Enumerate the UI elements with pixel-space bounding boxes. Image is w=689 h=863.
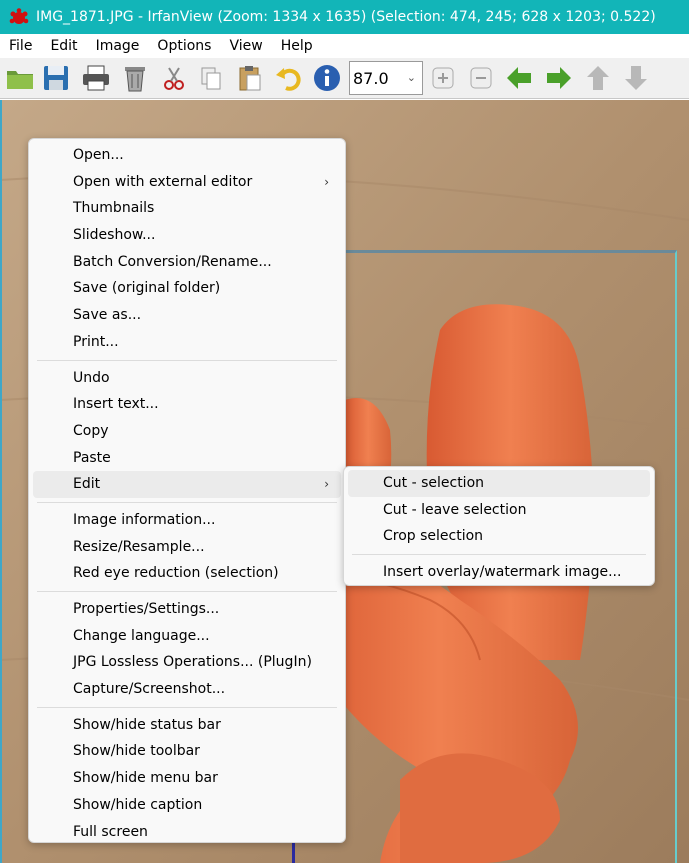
- paste-icon[interactable]: [233, 61, 267, 95]
- down-icon[interactable]: [619, 61, 653, 95]
- menu-separator: [37, 359, 337, 361]
- menu-separator: [37, 706, 337, 708]
- menu-separator: [352, 554, 646, 556]
- submenu-insert-overlay[interactable]: Insert overlay/watermark image...: [348, 559, 650, 586]
- menu-batch-conversion[interactable]: Batch Conversion/Rename...: [33, 249, 341, 276]
- chevron-right-icon: ›: [324, 477, 329, 492]
- edit-submenu: Cut - selection Cut - leave selection Cr…: [343, 466, 655, 586]
- menu-undo[interactable]: Undo: [33, 365, 341, 392]
- menu-insert-text[interactable]: Insert text...: [33, 391, 341, 418]
- chevron-down-icon[interactable]: ⌄: [407, 71, 416, 84]
- open-folder-icon[interactable]: [3, 61, 37, 95]
- delete-icon[interactable]: [118, 61, 152, 95]
- title-bar: IMG_1871.JPG - IrfanView (Zoom: 1334 x 1…: [0, 0, 689, 34]
- zoom-in-icon[interactable]: [426, 61, 460, 95]
- menu-help[interactable]: Help: [272, 34, 322, 58]
- menu-copy[interactable]: Copy: [33, 418, 341, 445]
- chevron-right-icon: ›: [324, 174, 329, 189]
- info-icon[interactable]: [310, 61, 344, 95]
- menu-edit-submenu[interactable]: Edit ›: [33, 471, 341, 498]
- zoom-combobox[interactable]: 87.0 ⌄: [349, 61, 423, 95]
- menu-bar: File Edit Image Options View Help: [0, 34, 689, 58]
- menu-edit[interactable]: Edit: [41, 34, 86, 58]
- menu-separator: [37, 591, 337, 592]
- menu-full-screen[interactable]: Full screen: [33, 819, 341, 846]
- menu-properties-settings[interactable]: Properties/Settings...: [33, 596, 341, 623]
- window-title: IMG_1871.JPG - IrfanView (Zoom: 1334 x 1…: [36, 9, 656, 25]
- menu-save-as[interactable]: Save as...: [33, 302, 341, 329]
- menu-file[interactable]: File: [0, 34, 41, 58]
- menu-toggle-menu-bar[interactable]: Show/hide menu bar: [33, 765, 341, 792]
- menu-options[interactable]: Options: [148, 34, 220, 58]
- zoom-value: 87.0: [353, 68, 389, 88]
- menu-open-external-editor[interactable]: Open with external editor ›: [33, 169, 341, 196]
- menu-save-original-folder[interactable]: Save (original folder): [33, 275, 341, 302]
- menu-change-language[interactable]: Change language...: [33, 623, 341, 650]
- print-icon[interactable]: [79, 61, 113, 95]
- menu-image-information[interactable]: Image information...: [33, 507, 341, 534]
- up-icon[interactable]: [581, 61, 615, 95]
- menu-print[interactable]: Print...: [33, 329, 341, 356]
- menu-view[interactable]: View: [220, 34, 271, 58]
- menu-resize-resample[interactable]: Resize/Resample...: [33, 534, 341, 561]
- submenu-crop-selection[interactable]: Crop selection: [348, 523, 650, 550]
- viewport-edge: [0, 100, 2, 863]
- menu-image[interactable]: Image: [87, 34, 149, 58]
- menu-separator: [37, 501, 337, 503]
- undo-icon[interactable]: [272, 61, 306, 95]
- toolbar: [0, 58, 689, 99]
- menu-paste[interactable]: Paste: [33, 445, 341, 472]
- menu-thumbnails[interactable]: Thumbnails: [33, 195, 341, 222]
- submenu-cut-leave-selection[interactable]: Cut - leave selection: [348, 497, 650, 524]
- copy-icon[interactable]: [194, 61, 228, 95]
- menu-jpg-lossless[interactable]: JPG Lossless Operations... (PlugIn): [33, 649, 341, 676]
- menu-toggle-status-bar[interactable]: Show/hide status bar: [33, 712, 341, 739]
- menu-open[interactable]: Open...: [33, 142, 341, 169]
- cut-icon[interactable]: [157, 61, 191, 95]
- menu-toggle-caption[interactable]: Show/hide caption: [33, 792, 341, 819]
- menu-slideshow[interactable]: Slideshow...: [33, 222, 341, 249]
- menu-capture-screenshot[interactable]: Capture/Screenshot...: [33, 676, 341, 703]
- irfanview-app-icon[interactable]: [8, 6, 30, 28]
- submenu-cut-selection[interactable]: Cut - selection: [348, 470, 650, 497]
- menu-red-eye-reduction[interactable]: Red eye reduction (selection): [33, 560, 341, 587]
- previous-icon[interactable]: [502, 61, 536, 95]
- context-menu: Open... Open with external editor › Thumb…: [28, 138, 346, 843]
- zoom-out-icon[interactable]: [464, 61, 498, 95]
- menu-toggle-toolbar[interactable]: Show/hide toolbar: [33, 738, 341, 765]
- save-icon[interactable]: [39, 61, 73, 95]
- next-icon[interactable]: [542, 61, 576, 95]
